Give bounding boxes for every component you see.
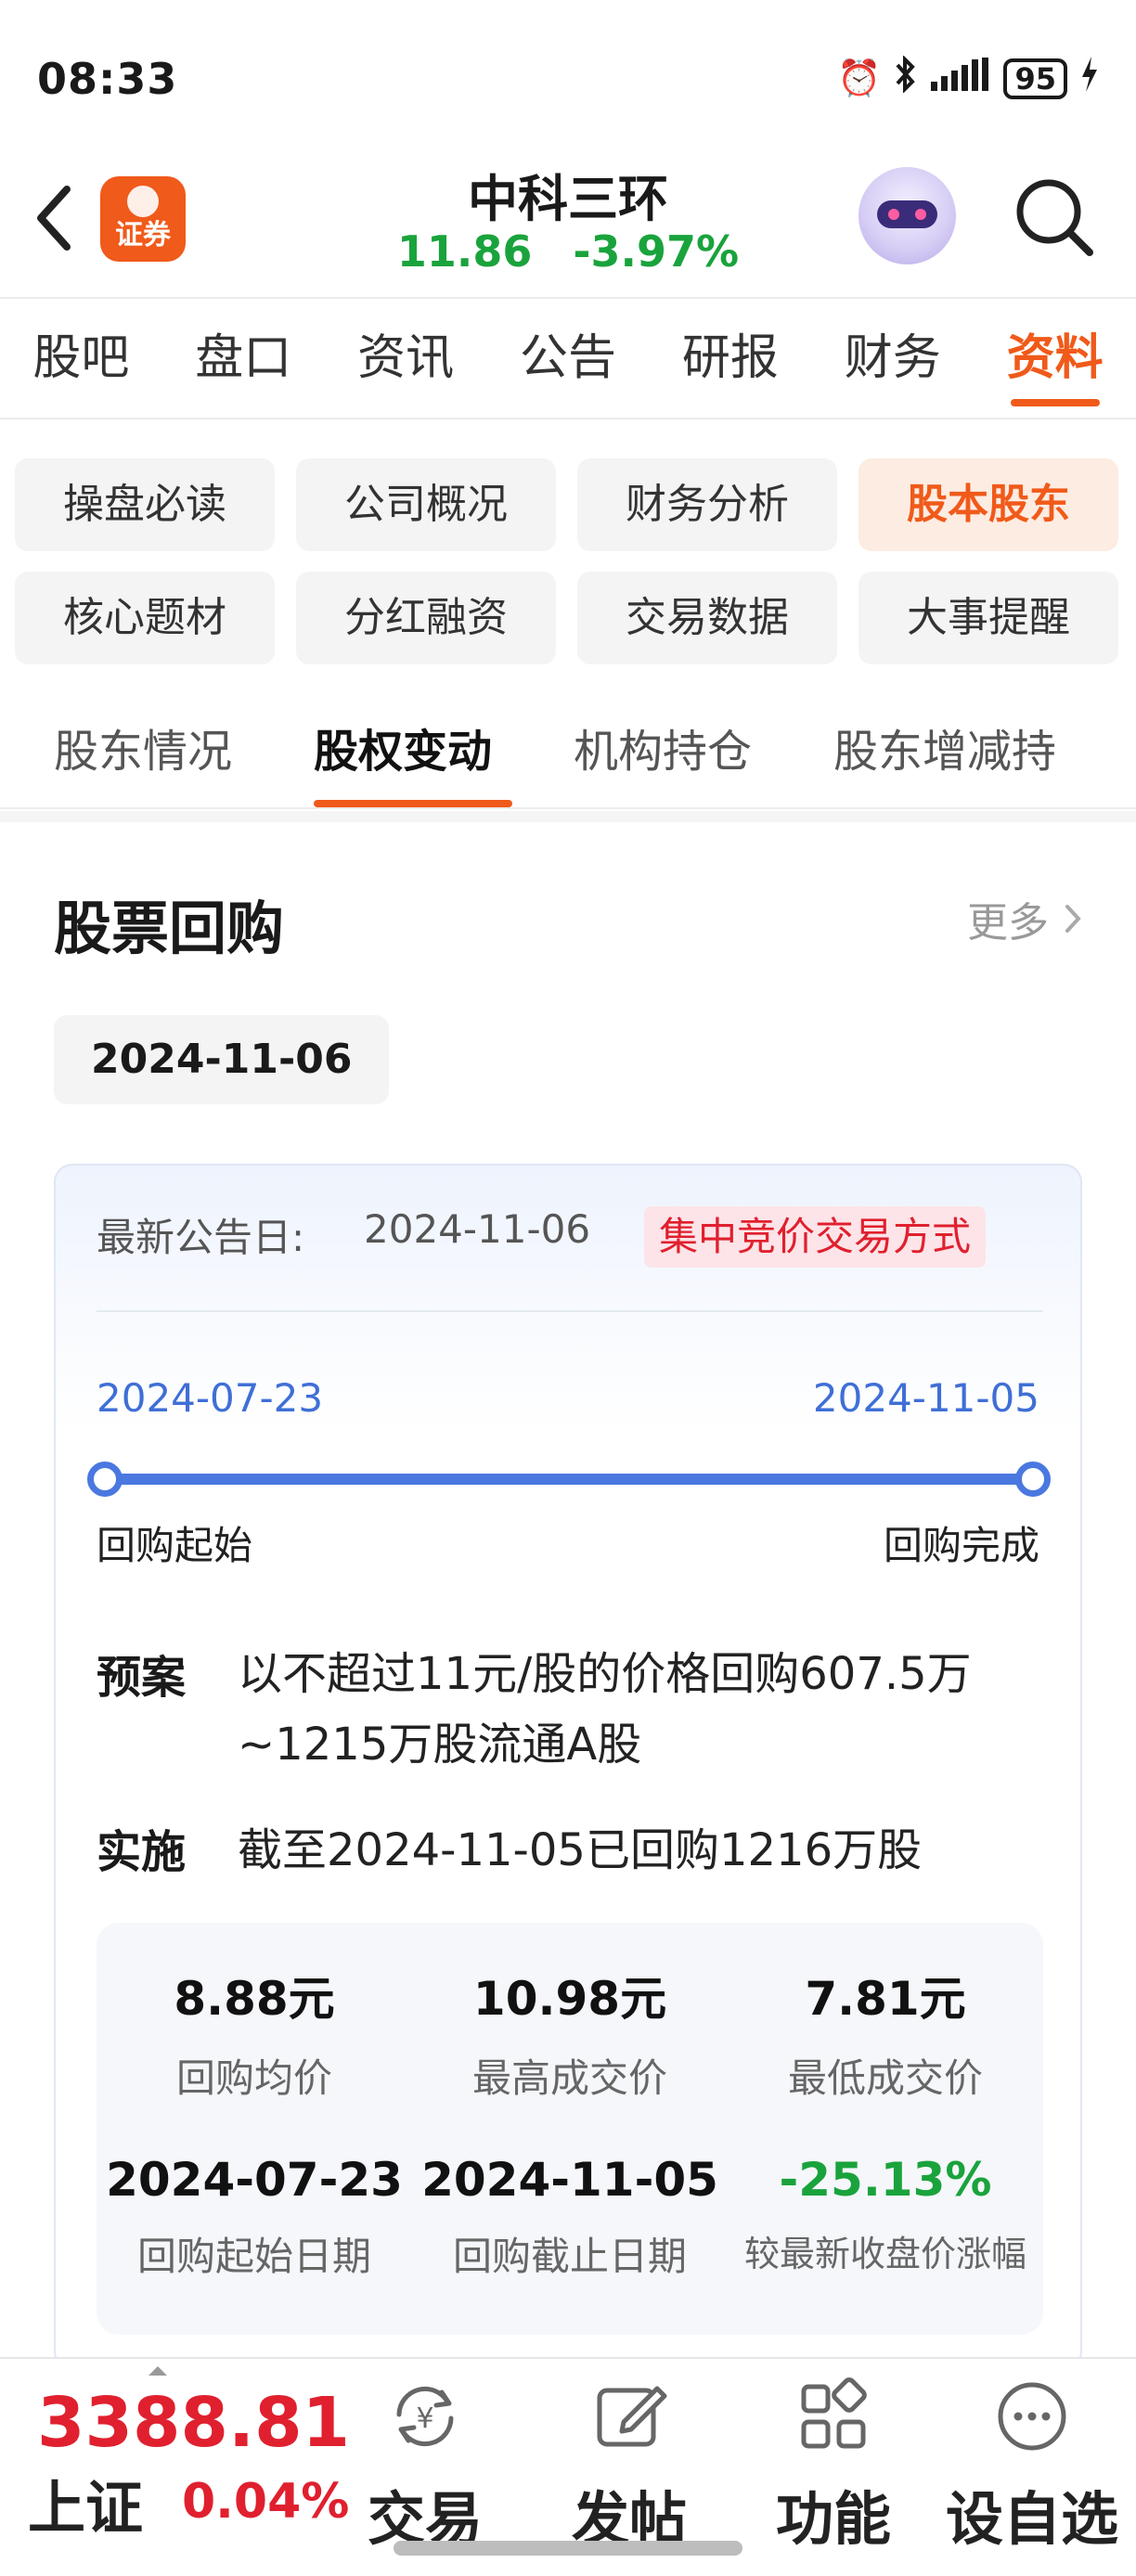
stat-high-price: 10.98元 最高成交价 [412,1962,728,2104]
sub-category-grid: 操盘必读 公司概况 财务分析 股本股东 核心题材 分红融资 交易数据 大事提醒 [15,458,1121,664]
stat-label: 最高成交价 [471,2055,667,2101]
main-tabs: 股吧 盘口 资讯 公告 研报 财务 资料 [0,297,1136,419]
nav-label: 设自选 [945,2485,1118,2553]
stat-value: 2024-07-23 [106,2153,403,2207]
sub-item-events[interactable]: 大事提醒 [858,572,1118,664]
stock-change: -3.97% [573,226,740,277]
battery-indicator: 95 [1003,58,1067,99]
tab-guba[interactable]: 股吧 [0,299,162,418]
date-chip[interactable]: 2024-11-06 [54,1015,390,1104]
tab-pankou[interactable]: 盘口 [162,299,325,418]
active-tab-indicator [314,800,512,807]
stat-label: 较最新收盘价涨幅 [743,2234,1026,2274]
tab-institutional-holdings[interactable]: 机构持仓 [574,705,752,798]
more-link[interactable]: 更多 [967,889,1082,948]
index-change[interactable]: 0.04% [182,2474,349,2530]
back-button[interactable] [28,176,84,260]
svg-text:¥: ¥ [416,2402,433,2435]
stat-value: 10.98元 [472,1972,667,2026]
stats-box: 8.88元 回购均价 10.98元 最高成交价 7.81元 最低成交价 2024… [97,1923,1043,2335]
search-icon [1016,179,1093,256]
app-logo[interactable]: 证券 [100,176,186,262]
stat-label: 回购截止日期 [452,2234,687,2279]
announce-label: 最新公告日: [97,1215,305,1260]
sub-item-dividends[interactable]: 分红融资 [296,572,556,664]
section-divider [0,811,1136,822]
chevron-left-icon [37,186,71,251]
implementation-label: 实施 [97,1826,187,1878]
timeline-start-dot [87,1462,123,1497]
logo-text: 证券 [115,219,171,251]
stat-end-date: 2024-11-05 回购截止日期 [412,2153,728,2282]
more-label: 更多 [967,899,1049,947]
tab-finance[interactable]: 财务 [811,299,974,418]
announce-date: 2024-11-06 [364,1206,591,1252]
edit-post-icon [597,2386,667,2447]
stat-value: 2024-11-05 [421,2153,718,2207]
grid-function-icon [801,2377,867,2449]
chevron-right-icon [1065,905,1081,933]
nav-functions[interactable]: 功能 [741,2377,926,2556]
buyback-card: 最新公告日: 2024-11-06 集中竞价交易方式 2024-07-23 20… [54,1164,1082,2370]
plan-text: 以不超过11元/股的价格回购607.5万~1215万股流通A股 [238,1648,972,1771]
card-divider [97,1310,1043,1312]
timeline-end-dot [1015,1462,1051,1497]
nav-add-watchlist[interactable]: 设自选 [939,2377,1125,2556]
index-name[interactable]: 上证 [28,2461,143,2544]
tab-announcements[interactable]: 公告 [487,299,650,418]
sub-item-core-themes[interactable]: 核心题材 [15,572,275,664]
bluetooth-icon [894,55,918,101]
nav-label: 功能 [775,2485,891,2553]
stat-avg-price: 8.88元 回购均价 [97,1962,412,2104]
stat-value: 8.88元 [174,1972,335,2026]
stat-label: 回购起始日期 [136,2234,371,2279]
header: 中科三环 11.86 -3.97% 证券 [0,158,1136,297]
stock-price: 11.86 [396,226,533,277]
status-bar: 08:33 ⏰ 95 [0,0,1136,158]
stat-label: 回购均价 [175,2055,332,2101]
implementation-text: 截至2024-11-05已回购1216万股 [238,1824,923,1876]
yuan-exchange-icon: ¥ [396,2386,454,2447]
timeline-start-label: 回购起始 [97,1523,253,1568]
plan-label: 预案 [97,1652,187,1704]
status-icons: ⏰ 95 [837,55,1099,101]
tab-equity-change[interactable]: 股权变动 [314,705,492,798]
stat-start-date: 2024-07-23 回购起始日期 [97,2153,412,2282]
timeline-end-label: 回购完成 [883,1523,1039,1568]
expand-caret-icon[interactable] [148,2366,167,2376]
home-indicator[interactable] [394,2541,742,2556]
sub-item-trading-data[interactable]: 交易数据 [577,572,837,664]
sub-item-shareholders[interactable]: 股本股东 [858,458,1118,551]
stat-change-vs-close: -25.13% 较最新收盘价涨幅 [728,2153,1043,2276]
stat-label: 最低成交价 [787,2055,983,2101]
stat-value: 7.81元 [805,1972,966,2026]
tab-research[interactable]: 研报 [649,299,811,418]
tab-holding-changes[interactable]: 股东增减持 [833,705,1056,798]
nav-trade[interactable]: ¥ 交易 [332,2377,518,2556]
sub-item-financial-analysis[interactable]: 财务分析 [577,458,837,551]
timeline-start-date: 2024-07-23 [97,1375,324,1421]
secondary-tabs: 股东情况 股权变动 机构持仓 股东增减持 [0,705,1136,809]
stat-low-price: 7.81元 最低成交价 [728,1962,1043,2104]
tab-profile[interactable]: 资料 [974,299,1136,418]
sub-item-company-overview[interactable]: 公司概况 [296,458,556,551]
alarm-icon: ⏰ [837,58,882,98]
charging-icon [1080,57,1099,100]
section-title: 股票回购 [54,895,285,962]
index-value[interactable]: 3388.81 [37,2383,350,2463]
tab-shareholder-info[interactable]: 股东情况 [54,705,232,798]
nav-post[interactable]: 发帖 [536,2377,722,2556]
timeline-track [108,1474,1036,1485]
more-dots-icon [998,2382,1066,2451]
tab-news[interactable]: 资讯 [325,299,487,418]
method-tag: 集中竞价交易方式 [644,1206,987,1268]
assistant-robot-avatar[interactable] [858,167,956,264]
timeline-end-date: 2024-11-05 [812,1375,1039,1421]
search-button[interactable] [1012,174,1095,258]
sub-item-trading-guide[interactable]: 操盘必读 [15,458,275,551]
status-time: 08:33 [37,54,178,104]
signal-icon [931,58,990,99]
logo-mark-icon [127,186,159,217]
stat-value: -25.13% [779,2153,992,2207]
